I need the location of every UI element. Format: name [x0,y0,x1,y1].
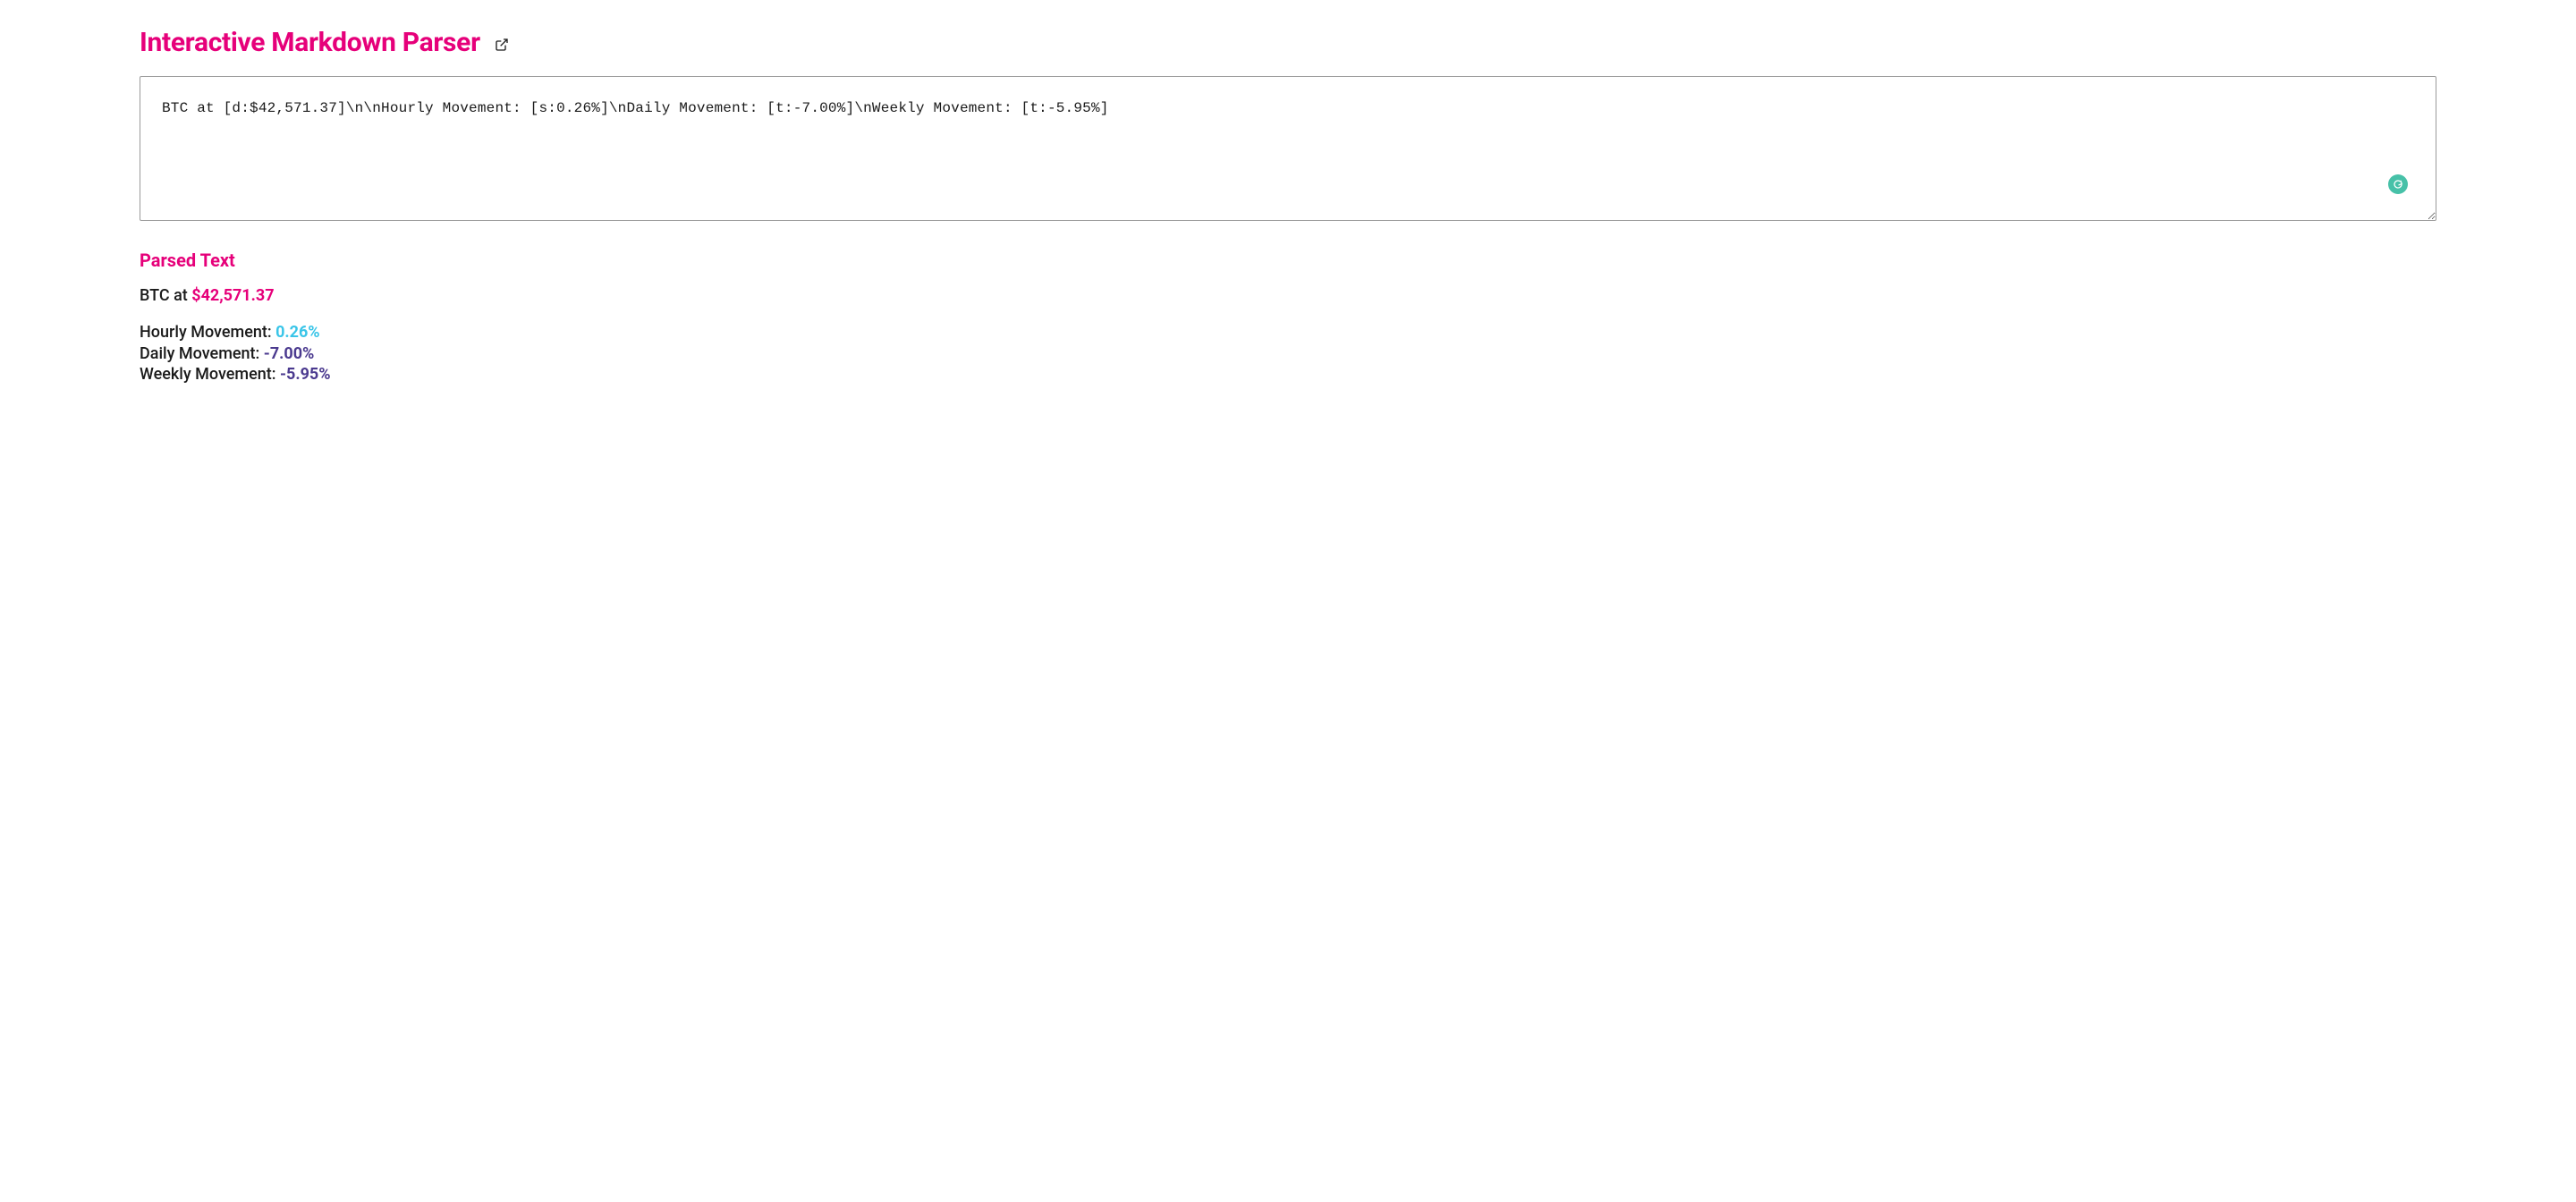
parsed-output: BTC at $42,571.37 Hourly Movement: 0.26%… [140,285,2436,385]
parsed-line-3: Daily Movement: -7.00% [140,343,2436,364]
parsed-line-3-value: -7.00% [264,344,315,363]
parsed-line-4: Weekly Movement: -5.95% [140,364,2436,385]
parsed-line-3-prefix: Daily Movement: [140,344,264,363]
parsed-line-2-value: 0.26% [275,323,320,342]
parsed-line-1-prefix: BTC at [140,286,191,305]
input-area [140,76,2436,224]
parsed-line-4-prefix: Weekly Movement: [140,365,280,384]
page-title: Interactive Markdown Parser [140,27,480,58]
parsed-line-1-value: $42,571.37 [191,286,274,305]
external-link-icon[interactable] [495,38,509,52]
parsed-line-2-prefix: Hourly Movement: [140,323,275,342]
parsed-line-4-value: -5.95% [280,365,331,384]
grammarly-icon[interactable] [2388,174,2408,194]
parsed-section-title: Parsed Text [140,250,2436,271]
parsed-line-2: Hourly Movement: 0.26% [140,322,2436,343]
markdown-input[interactable] [140,76,2436,221]
parsed-line-1: BTC at $42,571.37 [140,285,2436,306]
